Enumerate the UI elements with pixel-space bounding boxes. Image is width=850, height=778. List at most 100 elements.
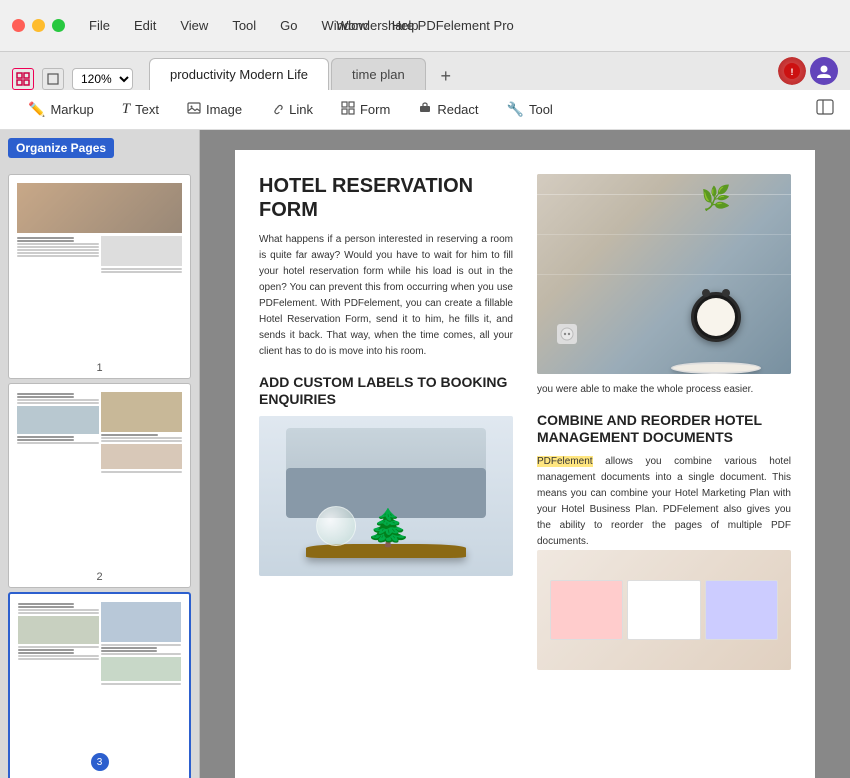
tool-tool-button[interactable]: 🔧 Tool [495, 95, 565, 125]
thumb-1-col-right [101, 236, 183, 274]
tab-productivity[interactable]: productivity Modern Life [149, 58, 329, 90]
menu-go[interactable]: Go [276, 16, 301, 35]
tab-timeplan[interactable]: time plan [331, 58, 426, 90]
alarm-clock-wrapper [691, 292, 741, 342]
page-thumb-1[interactable]: 1 [8, 174, 191, 379]
thumb-3-col-right [101, 602, 182, 686]
main-content: Organize Pages [0, 130, 850, 778]
thumb-1-line5 [17, 249, 99, 251]
thumb-3-line10 [101, 644, 182, 646]
menu-tool[interactable]: Tool [228, 16, 260, 35]
image-icon [187, 101, 201, 118]
thumb-3-img1 [18, 616, 99, 644]
pinecone-wrapper: 🌲 [366, 510, 411, 546]
thumb-2-content [13, 388, 186, 568]
pdf-right-col: 🌿 you were able to make the whole proces… [537, 174, 791, 778]
page-thumb-1-wrapper: 1 [8, 174, 191, 379]
grid-view-button[interactable] [12, 68, 34, 90]
page-1-num: 1 [13, 362, 186, 374]
link-label: Link [289, 102, 313, 117]
page-2-num: 2 [13, 571, 186, 583]
add-tab-button[interactable]: + [432, 62, 460, 90]
menu-edit[interactable]: Edit [130, 16, 160, 35]
wall-line2 [537, 234, 791, 235]
side-table [671, 362, 761, 374]
thumb-1-col-left [17, 236, 99, 274]
thumb-2-line5 [17, 436, 74, 438]
pdf-content-area[interactable]: HOTEL RESERVATION FORM What happens if a… [200, 130, 850, 778]
wall-area [537, 174, 791, 324]
single-page-view-button[interactable] [42, 68, 64, 90]
thumb-3-line9 [18, 658, 99, 660]
pdf-page: HOTEL RESERVATION FORM What happens if a… [235, 150, 815, 778]
pdf-body-1: What happens if a person interested in r… [259, 232, 513, 360]
page-thumb-3-wrapper: 3 3 [8, 592, 191, 778]
toolbar-actions: ✏️ Markup T Text Image Link Form [0, 90, 850, 130]
thumb-3-line12 [101, 650, 157, 652]
page-thumb-2[interactable]: 2 [8, 383, 191, 588]
thumb-3-line1 [18, 603, 74, 605]
sidebar-toggle[interactable] [816, 98, 834, 121]
thumb-1-line1 [17, 237, 74, 239]
menu-view[interactable]: View [176, 16, 212, 35]
thumb-3-line5 [18, 646, 99, 648]
minimize-button[interactable] [32, 19, 45, 32]
doc-blue [705, 580, 779, 640]
thumb-2-col-left [17, 392, 99, 474]
thumb-3-line2 [18, 606, 74, 608]
image-tool-button[interactable]: Image [175, 95, 254, 125]
zoom-select[interactable]: 120% 100% 150% [72, 68, 133, 90]
thumb-3-cols [18, 602, 181, 686]
image-label: Image [206, 102, 242, 117]
thumb-2-line9 [101, 437, 183, 439]
window-controls [12, 19, 65, 32]
thumb-3-line14 [101, 683, 182, 685]
markup-tool-button[interactable]: ✏️ Markup [16, 95, 106, 125]
organize-pages-label: Organize Pages [8, 138, 114, 158]
clock-face [697, 298, 735, 336]
menu-file[interactable]: File [85, 16, 114, 35]
close-button[interactable] [12, 19, 25, 32]
sidebar-panel: Organize Pages [0, 130, 200, 778]
text-label: Text [135, 102, 159, 117]
thumb-3-line8 [18, 655, 99, 657]
pdf-heading-1: HOTEL RESERVATION FORM [259, 174, 513, 222]
doc-white [627, 580, 701, 640]
form-tool-button[interactable]: Form [329, 95, 402, 125]
table-top [671, 362, 761, 374]
pdf-heading-2: ADD CUSTOM LABELS TO BOOKING ENQUIRIES [259, 374, 513, 408]
thumb-3-line3 [18, 609, 99, 611]
redact-tool-button[interactable]: Redact [406, 95, 490, 125]
page-thumb-3[interactable]: 3 3 [8, 592, 191, 778]
glass-sphere [316, 506, 356, 546]
app-title: Wondershare PDFelement Pro [336, 18, 514, 33]
form-label: Form [360, 102, 390, 117]
thumb-2-line2 [17, 396, 74, 398]
toolbar-left: 120% 100% 150% [12, 68, 133, 90]
thumb-1-line2 [17, 240, 74, 242]
pdf-left-col: HOTEL RESERVATION FORM What happens if a… [259, 174, 513, 778]
notification-badge[interactable]: ! [778, 57, 806, 85]
svg-text:!: ! [791, 67, 794, 77]
thumb-3-line11 [101, 647, 157, 649]
thumb-2-cols [17, 392, 182, 474]
thumb-1-line7 [17, 255, 99, 257]
thumb-2-line7 [17, 442, 99, 444]
titlebar: File Edit View Tool Go Window Help Wonde… [0, 0, 850, 52]
account-avatar[interactable] [810, 57, 838, 85]
maximize-button[interactable] [52, 19, 65, 32]
text-tool-button[interactable]: T Text [110, 95, 171, 125]
hotel-room-image: 🌿 [537, 174, 791, 374]
thumb-1-img [17, 183, 182, 233]
tab-timeplan-label: time plan [352, 67, 405, 82]
sofa-scene-inner: 🌲 [286, 428, 486, 568]
form-icon [341, 101, 355, 118]
thumb-2-line1 [17, 393, 74, 395]
text-icon: T [122, 101, 130, 118]
electrical-outlet [557, 324, 577, 344]
markup-label: Markup [50, 102, 93, 117]
thumb-3-line13 [101, 653, 182, 655]
thumb-3-img2 [101, 602, 182, 642]
link-tool-button[interactable]: Link [258, 95, 325, 125]
thumb-3-content [14, 598, 185, 778]
